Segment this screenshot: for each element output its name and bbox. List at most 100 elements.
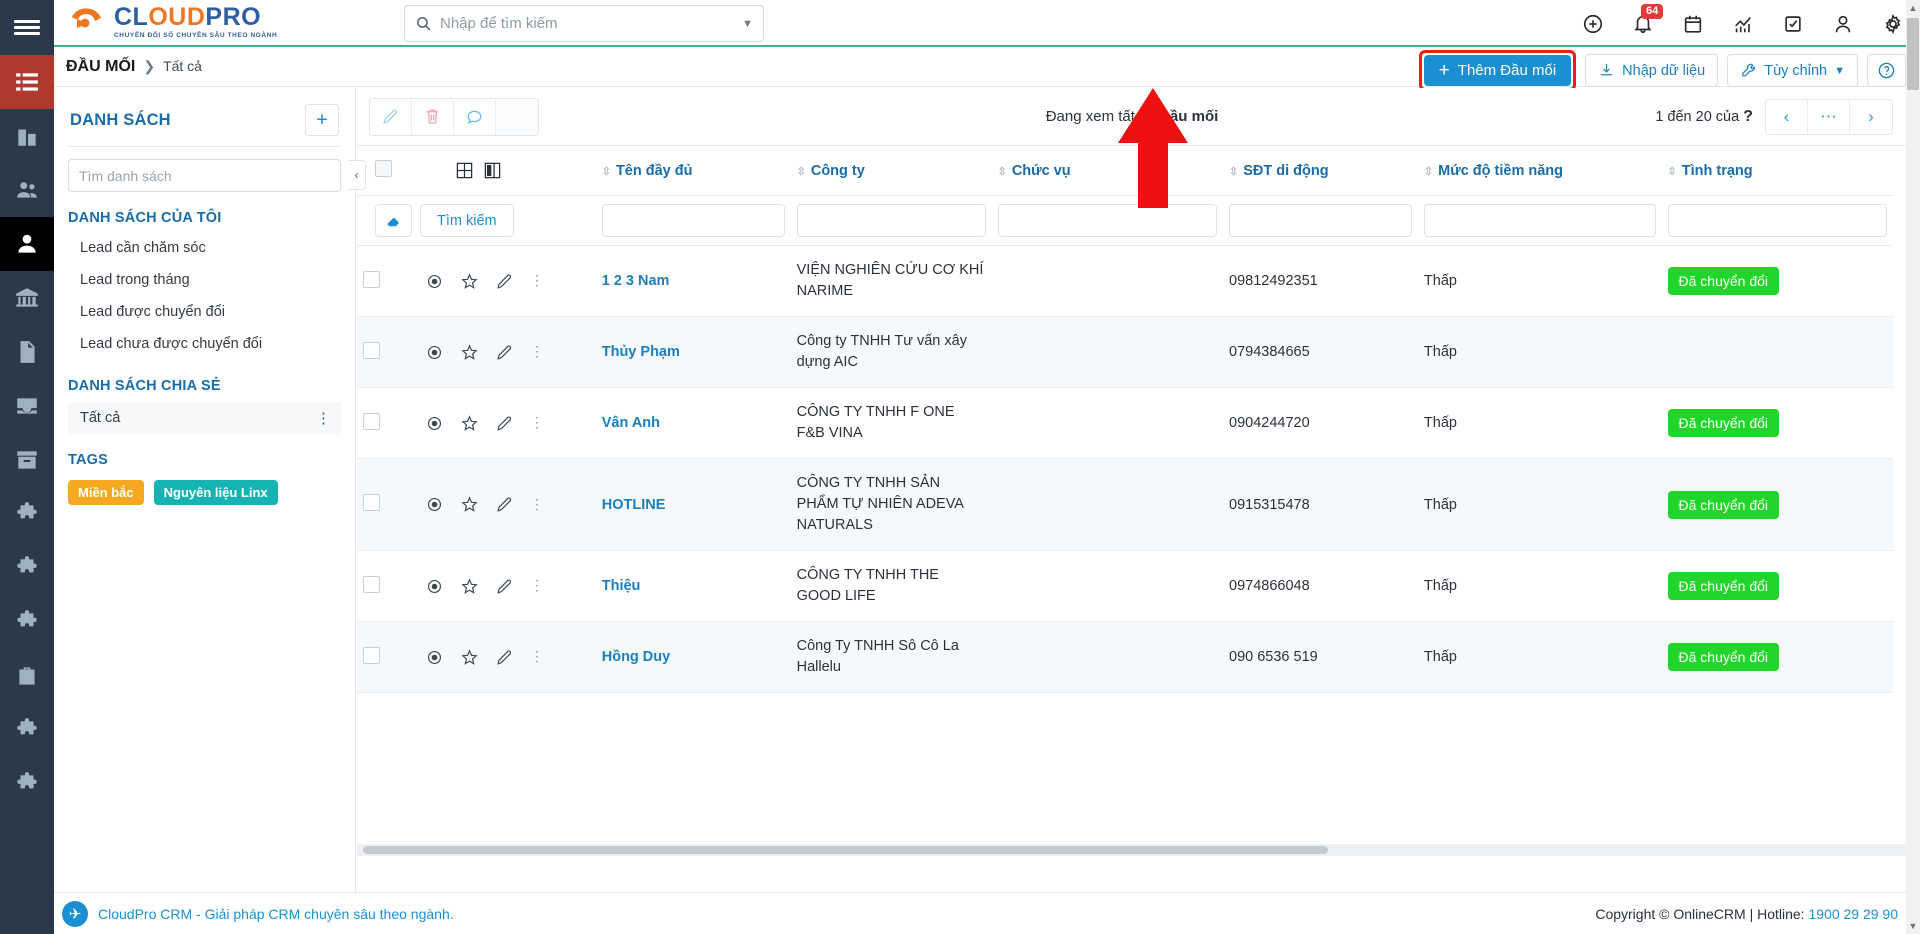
tag-nguyen-lieu-linx[interactable]: Nguyên liệu Linx — [153, 480, 278, 505]
rail-item-inbox-icon[interactable] — [0, 379, 54, 433]
favorite-star-icon[interactable] — [460, 495, 479, 514]
table-row[interactable]: ⋮ Vân Anh CÔNG TY TNHH F ONE F&B VINA 09… — [357, 387, 1893, 460]
scroll-down-arrow-icon[interactable]: ▼ — [1906, 918, 1920, 934]
filter-input-potential[interactable] — [1423, 204, 1656, 237]
plus-circle-icon[interactable] — [1582, 13, 1604, 35]
favorite-star-icon[interactable] — [460, 648, 479, 667]
chevron-down-icon[interactable]: ▼ — [742, 18, 753, 30]
sidebar-item-lead-trong-thang[interactable]: Lead trong tháng — [54, 264, 355, 296]
next-page-button[interactable]: › — [1850, 99, 1892, 134]
edit-pencil-icon[interactable] — [495, 495, 514, 514]
import-data-button[interactable]: Nhập dữ liệu — [1585, 54, 1719, 87]
row-more-icon[interactable]: ⋮ — [530, 650, 544, 663]
edit-pencil-icon[interactable] — [495, 648, 514, 667]
grid-view-icon[interactable] — [455, 161, 474, 180]
scroll-up-arrow-icon[interactable]: ▲ — [1906, 0, 1920, 16]
view-eye-icon[interactable] — [425, 648, 444, 667]
edit-pencil-icon[interactable] — [495, 272, 514, 291]
filter-input-role[interactable] — [997, 204, 1218, 237]
table-row[interactable]: ⋮ Hồng Duy Công Ty TNHH Sô Cô La Hallelu… — [357, 621, 1893, 694]
lead-name-link[interactable]: Thiệu — [602, 578, 641, 594]
add-list-button[interactable]: + — [305, 104, 339, 136]
filter-input-name[interactable] — [601, 204, 785, 237]
favorite-star-icon[interactable] — [460, 414, 479, 433]
lead-name-link[interactable]: Thủy Phạm — [602, 344, 680, 360]
prev-page-button[interactable]: ‹ — [1766, 99, 1808, 134]
brand-logo[interactable]: CLOUDPRO CHUYỂN ĐỔI SỐ CHUYÊN SÂU THEO N… — [64, 3, 294, 43]
rail-item-contacts-icon[interactable] — [0, 163, 54, 217]
favorite-star-icon[interactable] — [460, 272, 479, 291]
lead-name-link[interactable]: 1 2 3 Nam — [602, 273, 670, 289]
task-check-icon[interactable] — [1782, 13, 1804, 35]
rail-item-puzzle-icon[interactable] — [0, 487, 54, 541]
sidebar-item-lead-duoc-chuyen-doi[interactable]: Lead được chuyển đổi — [54, 296, 355, 328]
customize-button[interactable]: Tùy chỉnh ▼ — [1727, 54, 1858, 87]
row-checkbox[interactable] — [363, 494, 380, 512]
row-checkbox[interactable] — [363, 270, 380, 288]
rail-item-puzzle3-icon[interactable] — [0, 595, 54, 649]
footer-tagline[interactable]: CloudPro CRM - Giải pháp CRM chuyên sâu … — [98, 906, 454, 922]
global-search-box[interactable]: ▼ — [404, 5, 764, 42]
sidebar-collapse-handle[interactable]: ‹ — [348, 160, 366, 190]
page-scrollbar[interactable]: ▲ ▼ — [1906, 0, 1920, 934]
split-view-icon[interactable] — [483, 161, 502, 180]
filter-input-company[interactable] — [796, 204, 986, 237]
rail-item-puzzle5-icon[interactable] — [0, 757, 54, 811]
page-scrollbar-thumb[interactable] — [1907, 18, 1919, 90]
breadcrumb-main[interactable]: ĐẦU MỐI — [66, 58, 135, 76]
view-eye-icon[interactable] — [425, 272, 444, 291]
rail-item-list-icon[interactable] — [0, 55, 54, 109]
rail-item-puzzle4-icon[interactable] — [0, 703, 54, 757]
view-eye-icon[interactable] — [425, 343, 444, 362]
favorite-star-icon[interactable] — [460, 577, 479, 596]
more-actions-button[interactable] — [496, 98, 538, 135]
rail-item-leads-icon[interactable] — [0, 217, 54, 271]
lead-name-link[interactable]: Hồng Duy — [602, 649, 670, 665]
list-search-box[interactable] — [68, 159, 341, 192]
row-more-icon[interactable]: ⋮ — [530, 273, 544, 286]
breadcrumb-sub[interactable]: Tất cả — [163, 58, 202, 74]
edit-pencil-icon[interactable] — [495, 343, 514, 362]
user-icon[interactable] — [1832, 13, 1854, 35]
horizontal-scrollbar[interactable] — [357, 844, 1907, 856]
search-filter-button[interactable]: Tìm kiếm — [420, 204, 514, 237]
messenger-icon[interactable]: ✈ — [62, 900, 88, 927]
row-more-icon[interactable]: ⋮ — [530, 344, 544, 357]
view-eye-icon[interactable] — [425, 495, 444, 514]
sidebar-item-tat-ca[interactable]: Tất cả ⋮ — [68, 402, 341, 434]
hamburger-menu-button[interactable] — [0, 0, 54, 55]
tag-mien-bac[interactable]: Miền bắc — [68, 480, 144, 505]
search-input[interactable] — [440, 15, 735, 32]
row-checkbox[interactable] — [363, 646, 380, 664]
column-header-role[interactable]: ⇳ Chức vụ — [991, 146, 1224, 196]
horizontal-scrollbar-thumb[interactable] — [363, 846, 1328, 854]
column-header-potential[interactable]: ⇳ Mức độ tiềm năng — [1417, 146, 1662, 196]
calendar-icon[interactable] — [1682, 13, 1704, 35]
rail-item-building-icon[interactable] — [0, 109, 54, 163]
select-all-checkbox[interactable] — [375, 160, 392, 177]
lead-name-link[interactable]: HOTLINE — [602, 497, 666, 513]
delete-button[interactable] — [412, 98, 454, 135]
bell-icon[interactable]: 64 — [1632, 3, 1664, 35]
edit-button[interactable] — [370, 98, 412, 135]
table-row[interactable]: ⋮ HOTLINE CÔNG TY TNHH SẢN PHẨM TỰ NHIÊN… — [357, 458, 1893, 552]
filter-input-status[interactable] — [1667, 204, 1887, 237]
table-row[interactable]: ⋮ Thiệu CÔNG TY TNHH THE GOOD LIFE 09748… — [357, 550, 1893, 623]
clear-filters-button[interactable] — [375, 204, 412, 237]
rail-item-document-icon[interactable] — [0, 325, 54, 379]
edit-pencil-icon[interactable] — [495, 414, 514, 433]
rail-item-bank-icon[interactable] — [0, 271, 54, 325]
add-lead-button[interactable]: + Thêm Đầu mối — [1423, 55, 1572, 86]
column-header-status[interactable]: ⇳ Tình trạng — [1661, 146, 1893, 196]
sidebar-item-lead-can-cham-soc[interactable]: Lead cần chăm sóc — [54, 232, 355, 264]
filter-input-phone[interactable] — [1229, 204, 1412, 237]
column-header-phone[interactable]: ⇳ SĐT di động — [1223, 146, 1418, 196]
row-checkbox[interactable] — [363, 412, 380, 430]
table-row[interactable]: ⋮ Thủy Phạm Công ty TNHH Tư vấn xây dựng… — [357, 316, 1893, 389]
table-row[interactable]: ⋮ 1 2 3 Nam VIỆN NGHIÊN CỨU CƠ KHÍ NARIM… — [357, 245, 1893, 318]
row-checkbox[interactable] — [363, 575, 380, 593]
rail-item-briefcase-icon[interactable] — [0, 649, 54, 703]
gear-icon[interactable] — [1882, 13, 1904, 35]
column-header-name[interactable]: ⇳ Tên đầy đủ — [595, 146, 791, 196]
help-button[interactable] — [1867, 54, 1906, 87]
